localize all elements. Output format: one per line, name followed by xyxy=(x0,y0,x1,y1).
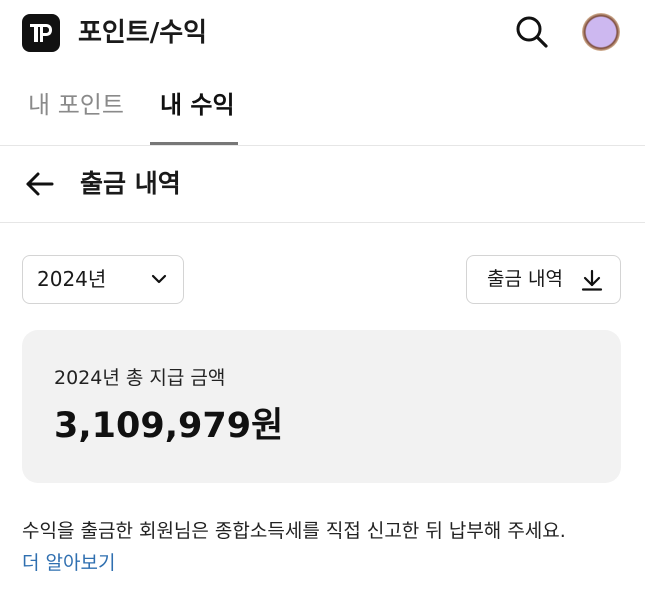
year-select[interactable]: 2024년 xyxy=(22,255,184,304)
payout-summary-card: 2024년 총 지급 금액 3,109,979원 xyxy=(22,330,621,483)
app-logo[interactable] xyxy=(22,14,60,52)
download-history-button[interactable]: 출금 내역 xyxy=(466,255,621,304)
year-select-value: 2024년 xyxy=(37,267,107,291)
total-payout-amount: 3,109,979원 xyxy=(54,406,284,446)
avatar[interactable] xyxy=(582,13,620,51)
tab-my-earnings[interactable]: 내 수익 xyxy=(160,88,235,122)
learn-more-link[interactable]: 더 알아보기 xyxy=(22,549,115,577)
section-title: 출금 내역 xyxy=(80,169,181,198)
summary-label: 2024년 총 지급 금액 xyxy=(54,367,226,389)
subheader: 출금 내역 xyxy=(0,146,645,223)
active-tab-indicator xyxy=(150,142,238,145)
chevron-down-icon xyxy=(151,274,167,284)
back-button[interactable] xyxy=(22,166,58,202)
download-icon xyxy=(581,269,603,291)
page-title: 포인트/수익 xyxy=(78,18,208,48)
logo-icon xyxy=(30,24,52,42)
tax-notice-text: 수익을 출금한 회원님은 종합소득세를 직접 신고한 뒤 납부해 주세요. xyxy=(22,520,566,542)
tab-my-points[interactable]: 내 포인트 xyxy=(28,88,124,122)
download-button-label: 출금 내역 xyxy=(487,268,563,290)
top-header: 포인트/수익 xyxy=(0,0,645,66)
search-button[interactable] xyxy=(512,12,552,52)
arrow-left-icon xyxy=(26,172,54,196)
search-icon xyxy=(516,16,548,48)
tab-bar: 내 포인트 내 수익 xyxy=(0,66,645,146)
